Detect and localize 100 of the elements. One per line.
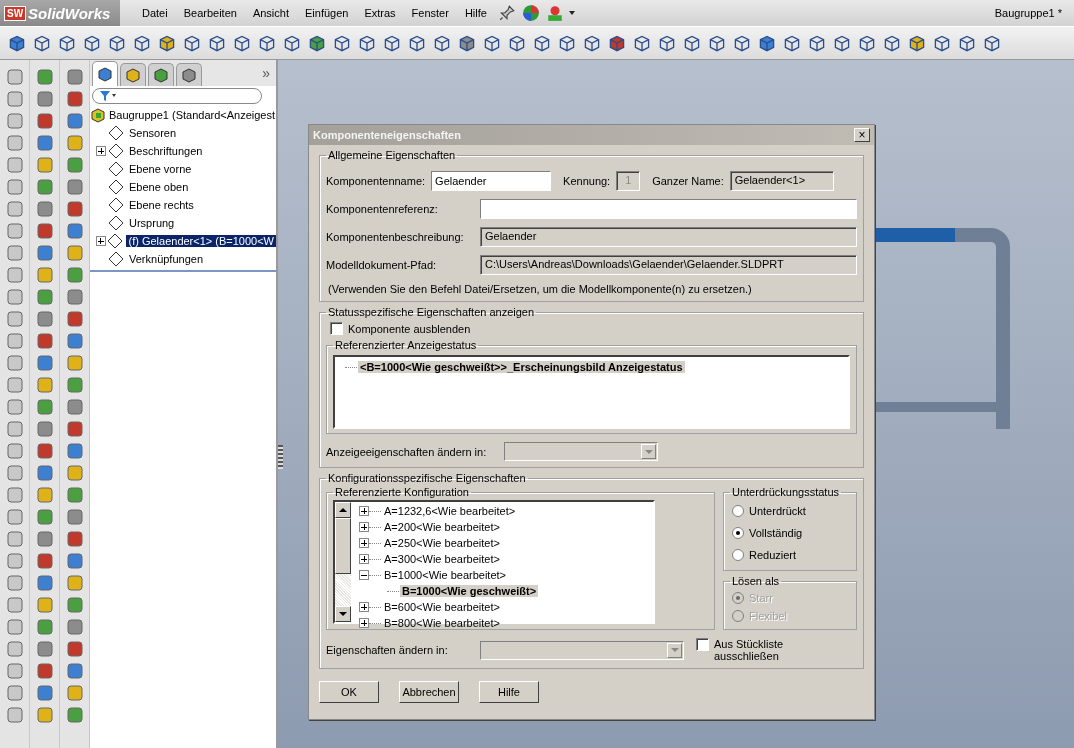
tool-square-icon[interactable] [5, 706, 24, 724]
expand-panel-button[interactable]: » [262, 65, 270, 81]
tool-square-icon[interactable] [5, 640, 24, 658]
tool-square-icon[interactable] [35, 288, 54, 306]
tool-square-icon[interactable] [65, 640, 84, 658]
tool-square-icon[interactable] [5, 134, 24, 152]
tool-square-icon[interactable] [5, 288, 24, 306]
tool-square-icon[interactable] [35, 574, 54, 592]
scrollbar[interactable] [335, 502, 351, 622]
dialog-button[interactable]: Hilfe [479, 681, 539, 703]
tool-square-icon[interactable] [5, 464, 24, 482]
tool-square-icon[interactable] [5, 530, 24, 548]
tool-square-icon[interactable] [65, 398, 84, 416]
tool-square-icon[interactable] [65, 574, 84, 592]
tree-item[interactable]: Beschriftungen [127, 145, 205, 157]
menu-item[interactable]: Ansicht [244, 7, 297, 19]
tool-square-icon[interactable] [5, 574, 24, 592]
tool-square-icon[interactable] [5, 222, 24, 240]
expand-icon[interactable] [95, 236, 106, 246]
radio-button[interactable] [732, 505, 744, 517]
tool-square-icon[interactable] [35, 376, 54, 394]
tool-square-icon[interactable] [5, 112, 24, 130]
tool-square-icon[interactable] [5, 618, 24, 636]
tool-square-icon[interactable] [35, 244, 54, 262]
tool-square-icon[interactable] [65, 156, 84, 174]
tool-square-icon[interactable] [5, 486, 24, 504]
tool-square-icon[interactable] [35, 420, 54, 438]
tool-square-icon[interactable] [65, 266, 84, 284]
tool-square-icon[interactable] [5, 508, 24, 526]
name-field[interactable]: Gelaender [431, 171, 552, 191]
tool-square-icon[interactable] [65, 112, 84, 130]
tool-square-icon[interactable] [35, 640, 54, 658]
tool-square-icon[interactable] [65, 376, 84, 394]
tool-square-icon[interactable] [65, 288, 84, 306]
tool-square-icon[interactable] [5, 684, 24, 702]
menu-item[interactable]: Einfügen [297, 7, 357, 19]
close-button[interactable]: × [854, 128, 870, 142]
tree-item[interactable]: A=1232,6<Wie bearbeitet> [382, 505, 518, 517]
tool-square-icon[interactable] [35, 684, 54, 702]
tool-square-icon[interactable] [5, 596, 24, 614]
tool-square-icon[interactable] [65, 706, 84, 724]
tool-square-icon[interactable] [35, 464, 54, 482]
tool-square-icon[interactable] [5, 398, 24, 416]
tool-square-icon[interactable] [65, 354, 84, 372]
tool-square-icon[interactable] [35, 266, 54, 284]
tool-square-icon[interactable] [65, 596, 84, 614]
panel-tab[interactable] [120, 63, 146, 86]
tree-item[interactable]: A=300<Wie bearbeitet> [382, 553, 502, 565]
tool-square-icon[interactable] [65, 200, 84, 218]
checkbox[interactable] [696, 638, 709, 651]
tree-item[interactable]: A=250<Wie bearbeitet> [382, 537, 502, 549]
tool-square-icon[interactable] [35, 156, 54, 174]
tool-square-icon[interactable] [35, 200, 54, 218]
panel-tab[interactable] [92, 61, 118, 86]
tool-square-icon[interactable] [35, 332, 54, 350]
expand-icon[interactable] [359, 522, 369, 532]
radio-button[interactable] [732, 527, 744, 539]
expand-icon[interactable] [359, 618, 369, 628]
caret-icon[interactable] [568, 11, 575, 15]
checkbox[interactable] [330, 322, 343, 335]
tool-square-icon[interactable] [5, 266, 24, 284]
tool-square-icon[interactable] [65, 134, 84, 152]
menu-item[interactable]: Datei [134, 7, 176, 19]
tool-square-icon[interactable] [35, 596, 54, 614]
tool-square-icon[interactable] [35, 398, 54, 416]
tree-item[interactable]: Ursprung [127, 217, 177, 229]
tool-square-icon[interactable] [35, 222, 54, 240]
tool-square-icon[interactable] [35, 530, 54, 548]
tool-square-icon[interactable] [5, 354, 24, 372]
tree-item[interactable]: Ebene rechts [127, 199, 196, 211]
tool-square-icon[interactable] [65, 486, 84, 504]
tool-square-icon[interactable] [5, 552, 24, 570]
tool-square-icon[interactable] [5, 68, 24, 86]
tool-square-icon[interactable] [65, 618, 84, 636]
tree-item[interactable]: A=200<Wie bearbeitet> [382, 521, 502, 533]
menu-item[interactable]: Extras [356, 7, 404, 19]
tool-square-icon[interactable] [65, 310, 84, 328]
tool-square-icon[interactable] [35, 178, 54, 196]
properties-dropdown[interactable] [480, 640, 684, 660]
tool-square-icon[interactable] [65, 530, 84, 548]
expand-icon[interactable] [359, 506, 369, 516]
list-item[interactable]: <B=1000<Wie geschweißt>>_Erscheinungsbild Anzeigestatus [358, 361, 685, 373]
radio-button[interactable] [732, 549, 744, 561]
tool-square-icon[interactable] [35, 662, 54, 680]
tree-item[interactable]: Ebene vorne [127, 163, 194, 175]
tool-square-icon[interactable] [5, 662, 24, 680]
tool-square-icon[interactable] [35, 354, 54, 372]
tool-square-icon[interactable] [65, 178, 84, 196]
expand-icon[interactable] [359, 570, 369, 580]
tree-item[interactable]: B=800<Wie bearbeitet> [382, 617, 502, 629]
tool-square-icon[interactable] [35, 486, 54, 504]
menu-item[interactable]: Bearbeiten [175, 7, 245, 19]
tool-square-icon[interactable] [35, 90, 54, 108]
tool-square-icon[interactable] [65, 244, 84, 262]
tool-square-icon[interactable] [5, 178, 24, 196]
tool-square-icon[interactable] [5, 420, 24, 438]
menu-item[interactable]: Hilfe [456, 7, 495, 19]
tree-item[interactable]: B=1000<Wie geschweißt> [400, 585, 539, 597]
tool-square-icon[interactable] [35, 508, 54, 526]
tool-square-icon[interactable] [65, 552, 84, 570]
